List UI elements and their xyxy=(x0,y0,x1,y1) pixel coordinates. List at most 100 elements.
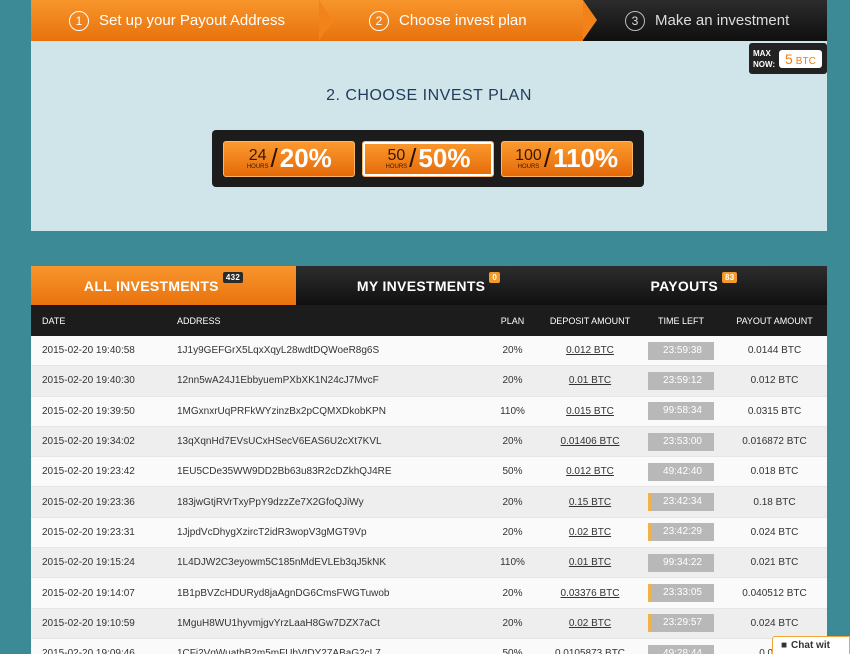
deposit-link[interactable]: 0.02 BTC xyxy=(569,618,611,629)
cell-deposit: 0.015 BTC xyxy=(540,406,640,417)
deposit-link[interactable]: 0.0105873 BTC xyxy=(555,648,625,654)
cell-time-left: 23:42:29 xyxy=(640,523,722,542)
table-row: 2015-02-20 19:34:02 13qXqnHd7EVsUCxHSecV6… xyxy=(31,426,827,458)
cell-payout-text: 0.040512 BTC xyxy=(742,587,807,599)
step-payout-address[interactable]: 1 Set up your Payout Address xyxy=(31,0,333,41)
deposit-link[interactable]: 0.02 BTC xyxy=(569,527,611,538)
plan-button-100h[interactable]: 100 HOURS / 110% xyxy=(500,140,633,177)
cell-address-text: 1EU5CDe35WW9DD2Bb63u83R2cDZkhQJ4RE xyxy=(177,466,392,478)
cell-plan-text: 20% xyxy=(502,587,523,599)
cell-payout-text: 0.024 BTC xyxy=(750,617,799,629)
table-header: DATE ADDRESS PLAN DEPOSIT AMOUNT TIME LE… xyxy=(31,305,827,336)
plan-button-24h[interactable]: 24 HOURS / 20% xyxy=(223,140,356,177)
cell-address-text: 183jwGtjRVrTxyPpY9dzzZe7X2GfoQJiWy xyxy=(177,496,364,508)
deposit-link[interactable]: 0.015 BTC xyxy=(566,406,614,417)
max-unit: BTC xyxy=(795,55,816,67)
step-choose-plan[interactable]: 2 Choose invest plan xyxy=(319,0,597,41)
cell-address: 183jwGtjRVrTxyPpY9dzzZe7X2GfoQJiWy xyxy=(177,497,485,508)
cell-deposit: 0.02 BTC xyxy=(540,527,640,538)
cell-address-text: 1MGxnxrUqPRFkWYzinzBx2pCQMXDkobKPN xyxy=(177,405,386,417)
cell-address: 12nn5wA24J1EbbyuemPXbXK1N24cJ7MvcF xyxy=(177,375,485,386)
deposit-link[interactable]: 0.012 BTC xyxy=(566,466,614,477)
deposit-link[interactable]: 0.15 BTC xyxy=(569,497,611,508)
cell-plan-text: 20% xyxy=(502,496,523,508)
tab-all-investments[interactable]: ALL INVESTMENTS 432 xyxy=(31,266,296,305)
cell-date-text: 2015-02-20 19:10:59 xyxy=(42,617,135,629)
deposit-link[interactable]: 0.012 BTC xyxy=(566,345,614,356)
cell-date: 2015-02-20 19:34:02 xyxy=(31,436,177,447)
cell-payout-text: 0.0315 BTC xyxy=(747,405,802,417)
cell-payout-text: 0.012 BTC xyxy=(750,375,799,387)
cell-plan: 20% xyxy=(485,345,540,356)
cell-date: 2015-02-20 19:23:42 xyxy=(31,466,177,477)
cell-plan: 50% xyxy=(485,466,540,477)
cell-deposit: 0.02 BTC xyxy=(540,618,640,629)
plan-hours: 50 HOURS xyxy=(386,147,408,170)
cell-address-text: 1J1y9GEFGrX5LqxXqyL28wdtDQWoeR8g6S xyxy=(177,345,380,357)
investment-tabs: ALL INVESTMENTS 432 MY INVESTMENTS 0 PAY… xyxy=(31,266,827,305)
deposit-link[interactable]: 0.01 BTC xyxy=(569,557,611,568)
tab-label: PAYOUTS xyxy=(650,277,718,294)
hours-number: 100 xyxy=(515,146,542,164)
hours-label: HOURS xyxy=(517,163,540,170)
time-left-badge: 23:42:34 xyxy=(648,493,714,512)
cell-payout: 0.0315 BTC xyxy=(722,406,827,417)
plan-percent: 50% xyxy=(418,143,471,173)
cell-address-text: 13qXqnHd7EVsUCxHSecV6EAS6U2cXt7KVL xyxy=(177,436,382,448)
time-left-badge: 23:29:57 xyxy=(648,614,714,633)
tab-payouts[interactable]: PAYOUTS 83 xyxy=(561,266,827,305)
deposit-link[interactable]: 0.01 BTC xyxy=(569,375,611,386)
cell-payout-text: 0.018 BTC xyxy=(750,466,799,478)
step-number: 3 xyxy=(625,10,645,31)
column-header-date: DATE xyxy=(42,315,66,326)
deposit-link[interactable]: 0.03376 BTC xyxy=(561,588,620,599)
count-badge: 432 xyxy=(222,272,244,283)
cell-address: 1MGxnxrUqPRFkWYzinzBx2pCQMXDkobKPN xyxy=(177,406,485,417)
plan-selector: 24 HOURS / 20% 50 HOURS / 50% 100 HOURS … xyxy=(212,130,644,187)
cell-date: 2015-02-20 19:15:24 xyxy=(31,557,177,568)
table-row: 2015-02-20 19:10:59 1MguH8WU1hyvmjgvYrzLa… xyxy=(31,608,827,639)
cell-date: 2015-02-20 19:40:58 xyxy=(31,345,177,356)
time-left-badge: 23:59:38 xyxy=(648,341,714,360)
plan-hours: 100 HOURS xyxy=(515,146,542,170)
cell-time-left: 23:59:12 xyxy=(640,371,722,390)
chat-widget[interactable]: ■ Chat wit xyxy=(772,636,850,654)
step-make-investment[interactable]: 3 Make an investment xyxy=(583,0,827,41)
cell-address-text: 1MguH8WU1hyvmjgvYrzLaaH8Gw7DZX7aCt xyxy=(177,617,380,629)
cell-address: 13qXqnHd7EVsUCxHSecV6EAS6U2cXt7KVL xyxy=(177,436,485,447)
cell-address-text: 12nn5wA24J1EbbyuemPXbXK1N24cJ7MvcF xyxy=(177,375,379,387)
column-header-address: ADDRESS xyxy=(177,315,221,326)
cell-plan-text: 20% xyxy=(502,526,523,538)
panel-title: 2. CHOOSE INVEST PLAN xyxy=(326,87,532,104)
plan-button-50h[interactable]: 50 HOURS / 50% xyxy=(361,140,494,177)
max-value: 5 xyxy=(785,50,793,67)
cell-plan: 110% xyxy=(485,557,540,568)
cell-date-text: 2015-02-20 19:40:58 xyxy=(42,345,135,357)
cell-address: 1JjpdVcDhygXzircT2idR3wopV3gMGT9Vp xyxy=(177,527,485,538)
step-number: 1 xyxy=(69,10,89,31)
investments-table: DATE ADDRESS PLAN DEPOSIT AMOUNT TIME LE… xyxy=(31,305,827,654)
cell-time-left: 49:28:44 xyxy=(640,644,722,654)
table-row: 2015-02-20 19:23:36 183jwGtjRVrTxyPpY9dzz… xyxy=(31,487,827,518)
time-left-badge: 49:42:40 xyxy=(648,462,714,481)
time-left-badge: 49:28:44 xyxy=(648,644,714,654)
cell-payout-text: 0.021 BTC xyxy=(750,557,799,569)
cell-plan: 20% xyxy=(485,375,540,386)
table-row: 2015-02-20 19:23:31 1JjpdVcDhygXzircT2idR… xyxy=(31,517,827,549)
table-row: 2015-02-20 19:15:24 1L4DJW2C3eyowm5C185nM… xyxy=(31,548,827,579)
cell-deposit: 0.01 BTC xyxy=(540,375,640,386)
cell-address: 1J1y9GEFGrX5LqxXqyL28wdtDQWoeR8g6S xyxy=(177,345,485,356)
cell-deposit: 0.01 BTC xyxy=(540,557,640,568)
cell-address-text: 1JjpdVcDhygXzircT2idR3wopV3gMGT9Vp xyxy=(177,526,367,538)
time-left-badge: 23:33:05 xyxy=(648,584,714,603)
cell-date-text: 2015-02-20 19:39:50 xyxy=(42,405,135,417)
cell-time-left: 23:33:05 xyxy=(640,584,722,603)
deposit-link[interactable]: 0.01406 BTC xyxy=(561,436,620,447)
tab-my-investments[interactable]: MY INVESTMENTS 0 xyxy=(296,266,561,305)
cell-date-text: 2015-02-20 19:34:02 xyxy=(42,436,135,448)
table-row: 2015-02-20 19:09:46 1CFi2VqWuatbB2m5mFUbV… xyxy=(31,638,827,654)
column-header-payout: PAYOUT AMOUNT xyxy=(736,315,813,326)
cell-time-left: 99:34:22 xyxy=(640,553,722,572)
cell-date-text: 2015-02-20 19:40:30 xyxy=(42,375,135,387)
time-left-badge: 99:34:22 xyxy=(648,553,714,572)
